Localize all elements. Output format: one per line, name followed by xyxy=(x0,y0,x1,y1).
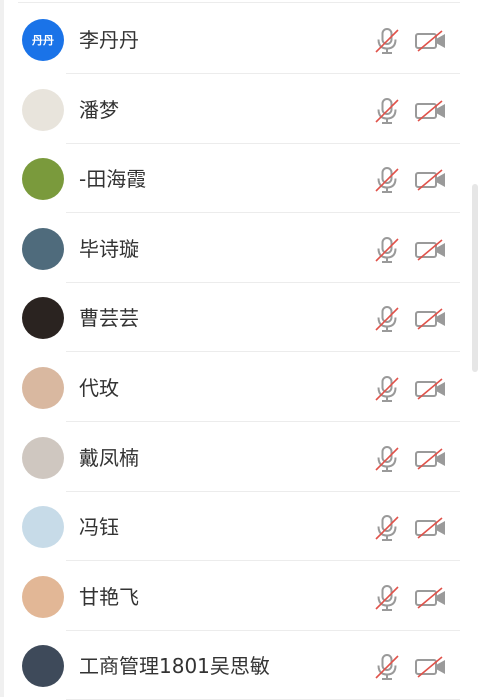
participant-name: 工商管理1801吴思敏 xyxy=(79,654,270,679)
participant-name: 李丹丹 xyxy=(79,28,139,52)
participant-row[interactable]: 丹丹 李丹丹 xyxy=(0,5,470,74)
microphone-muted-icon[interactable] xyxy=(374,305,400,333)
camera-off-icon[interactable] xyxy=(414,307,448,331)
camera-off-icon[interactable] xyxy=(414,168,448,192)
scrollbar[interactable] xyxy=(472,184,478,372)
microphone-muted-icon[interactable] xyxy=(374,445,400,473)
microphone-muted-icon[interactable] xyxy=(374,653,400,681)
camera-off-icon[interactable] xyxy=(414,586,448,610)
participant-row[interactable]: 冯钰 xyxy=(0,492,470,562)
camera-off-icon[interactable] xyxy=(414,447,448,471)
avatar xyxy=(22,436,64,479)
microphone-muted-icon[interactable] xyxy=(374,166,400,194)
participant-row[interactable]: 戴凤楠 xyxy=(0,423,470,492)
avatar xyxy=(22,227,64,270)
camera-off-icon[interactable] xyxy=(414,99,448,123)
participant-name: 潘梦 xyxy=(79,97,119,122)
microphone-muted-icon[interactable] xyxy=(374,97,400,125)
participant-row[interactable]: 潘梦 xyxy=(0,75,470,144)
avatar xyxy=(22,645,64,688)
avatar xyxy=(22,297,64,340)
participant-name: 代玫 xyxy=(79,376,119,400)
camera-off-icon[interactable] xyxy=(414,238,448,262)
avatar xyxy=(22,506,64,549)
microphone-muted-icon[interactable] xyxy=(374,236,400,264)
camera-off-icon[interactable] xyxy=(414,29,448,53)
participant-row[interactable]: 工商管理1801吴思敏 xyxy=(0,631,470,700)
participant-name: -田海霞 xyxy=(79,167,147,192)
avatar xyxy=(22,575,64,618)
microphone-muted-icon[interactable] xyxy=(374,27,400,55)
avatar xyxy=(22,367,64,409)
participant-row[interactable]: 曹芸芸 xyxy=(0,283,470,353)
microphone-muted-icon[interactable] xyxy=(374,584,400,612)
camera-off-icon[interactable] xyxy=(414,516,448,540)
microphone-muted-icon[interactable] xyxy=(374,514,400,542)
avatar: 丹丹 xyxy=(22,19,64,61)
participant-name: 冯钰 xyxy=(79,515,119,540)
camera-off-icon[interactable] xyxy=(414,655,448,679)
avatar-initials: 丹丹 xyxy=(32,34,54,47)
participant-row[interactable]: 代玫 xyxy=(0,353,470,422)
participant-row[interactable]: 甘艳飞 xyxy=(0,562,470,631)
participant-row[interactable]: 毕诗璇 xyxy=(0,214,470,283)
avatar xyxy=(22,88,64,131)
participant-name: 曹芸芸 xyxy=(79,306,139,331)
participant-list: 丹丹 李丹丹 潘梦 -田海霞 毕诗璇 曹芸芸 代玫 戴凤楠 冯钰 甘艳飞 工商管… xyxy=(0,0,481,700)
camera-off-icon[interactable] xyxy=(414,377,448,401)
microphone-muted-icon[interactable] xyxy=(374,375,400,403)
participant-name: 毕诗璇 xyxy=(79,236,139,261)
participant-name: 戴凤楠 xyxy=(79,445,139,470)
participant-name: 甘艳飞 xyxy=(79,584,139,609)
participant-row[interactable]: -田海霞 xyxy=(0,144,470,214)
avatar xyxy=(22,158,64,201)
